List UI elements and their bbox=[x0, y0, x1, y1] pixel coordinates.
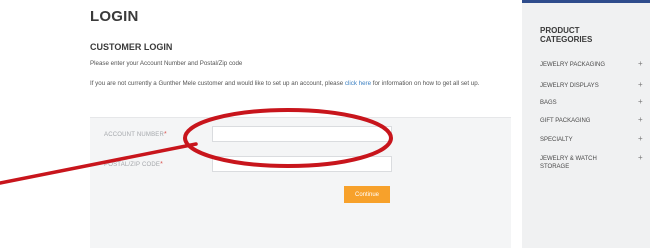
sidebar-item-jewelry-watch-storage[interactable]: JEWELRY & WATCH STORAGE + bbox=[540, 154, 644, 171]
plus-icon[interactable]: + bbox=[638, 98, 643, 106]
section-title: CUSTOMER LOGIN bbox=[90, 42, 173, 52]
sidebar-item-label: BAGS bbox=[540, 100, 557, 106]
sidebar-item-jewelry-packaging[interactable]: JEWELRY PACKAGING + bbox=[540, 60, 644, 69]
sidebar-item-jewelry-displays[interactable]: JEWELRY DISPLAYS + bbox=[540, 81, 644, 90]
postal-code-label: POSTAL/ZIP CODE* bbox=[104, 161, 164, 168]
sidebar-item-gift-packaging[interactable]: GIFT PACKAGING + bbox=[540, 116, 644, 125]
continue-button[interactable]: Continue bbox=[344, 186, 390, 203]
sidebar-item-label: JEWELRY PACKAGING bbox=[540, 62, 606, 68]
info-paragraph: If you are not currently a Gunther Mele … bbox=[90, 79, 490, 89]
sidebar-item-label: JEWELRY DISPLAYS bbox=[540, 83, 599, 89]
plus-icon[interactable]: + bbox=[638, 154, 643, 162]
plus-icon[interactable]: + bbox=[638, 60, 643, 68]
sidebar-item-label: JEWELRY & WATCH STORAGE bbox=[540, 156, 597, 170]
plus-icon[interactable]: + bbox=[638, 116, 643, 124]
sidebar-item-bags[interactable]: BAGS + bbox=[540, 98, 644, 107]
page-title: LOGIN bbox=[90, 8, 139, 25]
sidebar-accent-bar bbox=[522, 0, 650, 3]
account-number-label: ACCOUNT NUMBER* bbox=[104, 131, 167, 138]
sidebar-item-label: SPECIALTY bbox=[540, 137, 573, 143]
instructions-text: Please enter your Account Number and Pos… bbox=[90, 60, 243, 67]
click-here-link[interactable]: click here bbox=[345, 80, 371, 87]
postal-code-input[interactable] bbox=[212, 156, 392, 172]
plus-icon[interactable]: + bbox=[638, 135, 643, 143]
required-mark: * bbox=[160, 161, 164, 168]
sidebar-item-specialty[interactable]: SPECIALTY + bbox=[540, 135, 644, 144]
info-text: If you are not currently a Gunther Mele … bbox=[90, 80, 344, 87]
product-categories-sidebar: PRODUCT CATEGORIES JEWELRY PACKAGING + J… bbox=[522, 0, 650, 248]
login-form: ACCOUNT NUMBER* POSTAL/ZIP CODE* Continu… bbox=[90, 117, 511, 248]
plus-icon[interactable]: + bbox=[638, 81, 643, 89]
required-mark: * bbox=[164, 131, 167, 138]
sidebar-item-label: GIFT PACKAGING bbox=[540, 118, 591, 124]
sidebar-title: PRODUCT CATEGORIES bbox=[540, 26, 593, 44]
account-number-input[interactable] bbox=[212, 126, 392, 142]
info-text-after: for information on how to get all set up… bbox=[372, 80, 480, 87]
